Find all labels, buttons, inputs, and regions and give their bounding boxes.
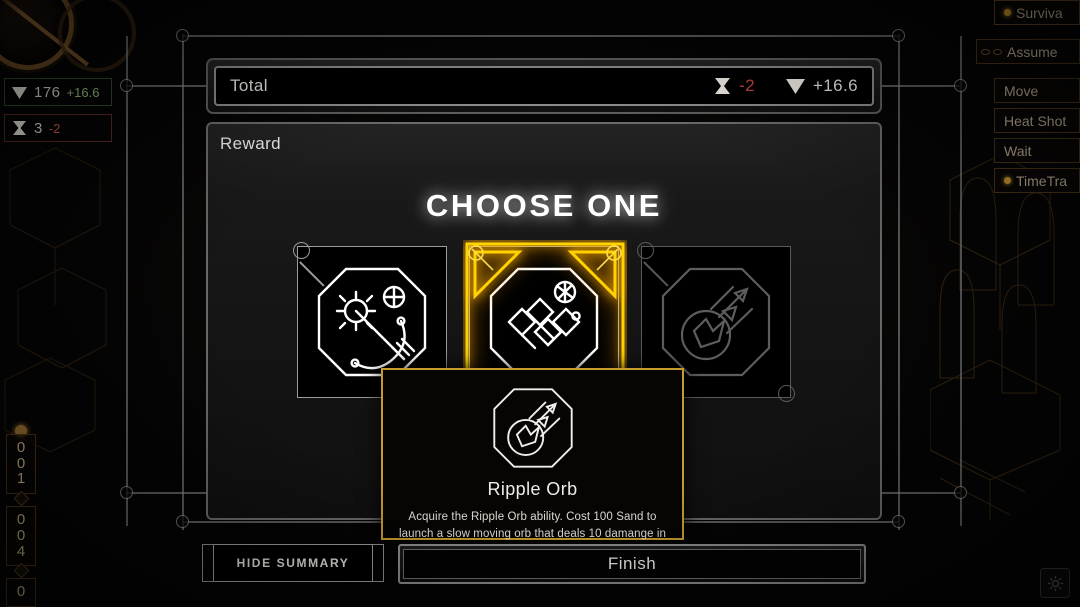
time-resource-chip: 3 -2 xyxy=(4,114,112,142)
sidebar-item-label: Wait xyxy=(1004,142,1032,159)
ladder-cell: 0 0 1 xyxy=(6,433,36,507)
total-time-stat: -2 xyxy=(713,76,755,96)
sand-delta: +16.6 xyxy=(66,84,100,100)
sand-value: 176 xyxy=(34,83,61,101)
sidebar-item-timetravel[interactable]: TimeTra xyxy=(994,168,1080,193)
ripple-orb-icon xyxy=(661,267,771,377)
reward-panel-label: Reward xyxy=(220,134,281,153)
ladder-separator xyxy=(13,562,30,579)
total-summary-bar: Total -2 +16.6 xyxy=(206,58,882,114)
card-corner-circle xyxy=(778,385,795,402)
sidebar-item-survival[interactable]: Surviva xyxy=(994,0,1080,25)
finish-button-inner: Finish xyxy=(403,549,861,579)
top-left-gear-emblem-secondary xyxy=(58,0,136,72)
total-summary-inner: Total -2 +16.6 xyxy=(214,66,874,106)
ladder-cell: 0 xyxy=(6,578,36,607)
total-sand-value: +16.6 xyxy=(812,76,858,95)
ladder-cell: 0 0 4 xyxy=(6,506,36,579)
sand-triangle-icon xyxy=(785,79,805,94)
ladder-digit: 4 xyxy=(16,542,26,560)
sidebar-item-label: Surviva xyxy=(1016,4,1063,21)
ability-tooltip: Ripple Orb Acquire the Ripple Orb abilit… xyxy=(381,368,684,558)
sidebar-item-heat-shot[interactable]: Heat Shot xyxy=(994,108,1080,133)
hourglass-icon xyxy=(13,121,26,135)
game-screen: 176 +16.6 3 -2 0 0 1 0 0 4 0 Surviva Ass… xyxy=(0,0,1080,607)
finish-button[interactable]: Finish xyxy=(398,544,866,584)
resource-hud: 176 +16.6 3 -2 xyxy=(4,78,112,150)
tooltip-icon-wrap xyxy=(395,382,670,474)
finish-label: Finish xyxy=(607,554,657,573)
card-corner-circle xyxy=(293,242,310,259)
card-corner-circle xyxy=(637,242,654,259)
button-decor-right xyxy=(372,544,384,582)
sidebar-item-label: Move xyxy=(1004,82,1039,99)
time-value: 3 xyxy=(34,119,43,137)
diamond-chain-icon xyxy=(489,267,599,377)
sidebar-item-label: Assume xyxy=(1007,43,1058,60)
settings-button[interactable] xyxy=(1040,568,1070,598)
total-stats: -2 +16.6 xyxy=(713,76,858,96)
ladder-digit: 0 xyxy=(16,454,26,472)
button-decor-left xyxy=(202,544,214,582)
hide-summary-button[interactable]: HIDE SUMMARY xyxy=(202,544,384,582)
total-label: Total xyxy=(230,76,268,95)
gear-icon xyxy=(1047,575,1063,591)
bow-and-crosshair-icon xyxy=(317,267,427,377)
sidebar-item-label: Heat Shot xyxy=(1004,112,1067,129)
sidebar-item-move[interactable]: Move xyxy=(994,78,1080,103)
tooltip-title: Ripple Orb xyxy=(487,479,578,499)
sand-triangle-icon xyxy=(12,86,27,99)
background-structures-left xyxy=(4,147,107,453)
bullet-dot-icon xyxy=(1004,9,1011,16)
ladder-separator xyxy=(13,490,30,507)
ladder-digit: 0 xyxy=(16,511,26,528)
ripple-orb-icon xyxy=(492,388,573,468)
total-sand-stat: +16.6 xyxy=(785,76,858,96)
hourglass-icon xyxy=(715,78,731,94)
sand-resource-chip: 176 +16.6 xyxy=(4,78,112,106)
ladder-digit: 1 xyxy=(16,470,26,488)
ladder-digit: 0 xyxy=(16,583,26,601)
hide-summary-label: HIDE SUMMARY xyxy=(236,556,350,570)
bullet-dot-icon xyxy=(1004,177,1011,184)
counter-ladder: 0 0 1 0 0 4 0 xyxy=(6,424,46,607)
time-delta: -2 xyxy=(48,120,61,136)
choose-one-heading: CHOOSE ONE xyxy=(425,188,663,223)
action-sidebar: Surviva Assume Move Heat Shot Wait TimeT… xyxy=(976,0,1080,198)
oval-pair-icon xyxy=(981,48,1002,55)
sidebar-item-wait[interactable]: Wait xyxy=(994,138,1080,163)
sidebar-item-assumed[interactable]: Assume xyxy=(976,39,1080,64)
ladder-digit: 0 xyxy=(16,526,26,544)
total-time-value: -2 xyxy=(739,76,755,95)
sidebar-item-label: TimeTra xyxy=(1016,172,1068,189)
ladder-digit: 0 xyxy=(16,438,26,456)
